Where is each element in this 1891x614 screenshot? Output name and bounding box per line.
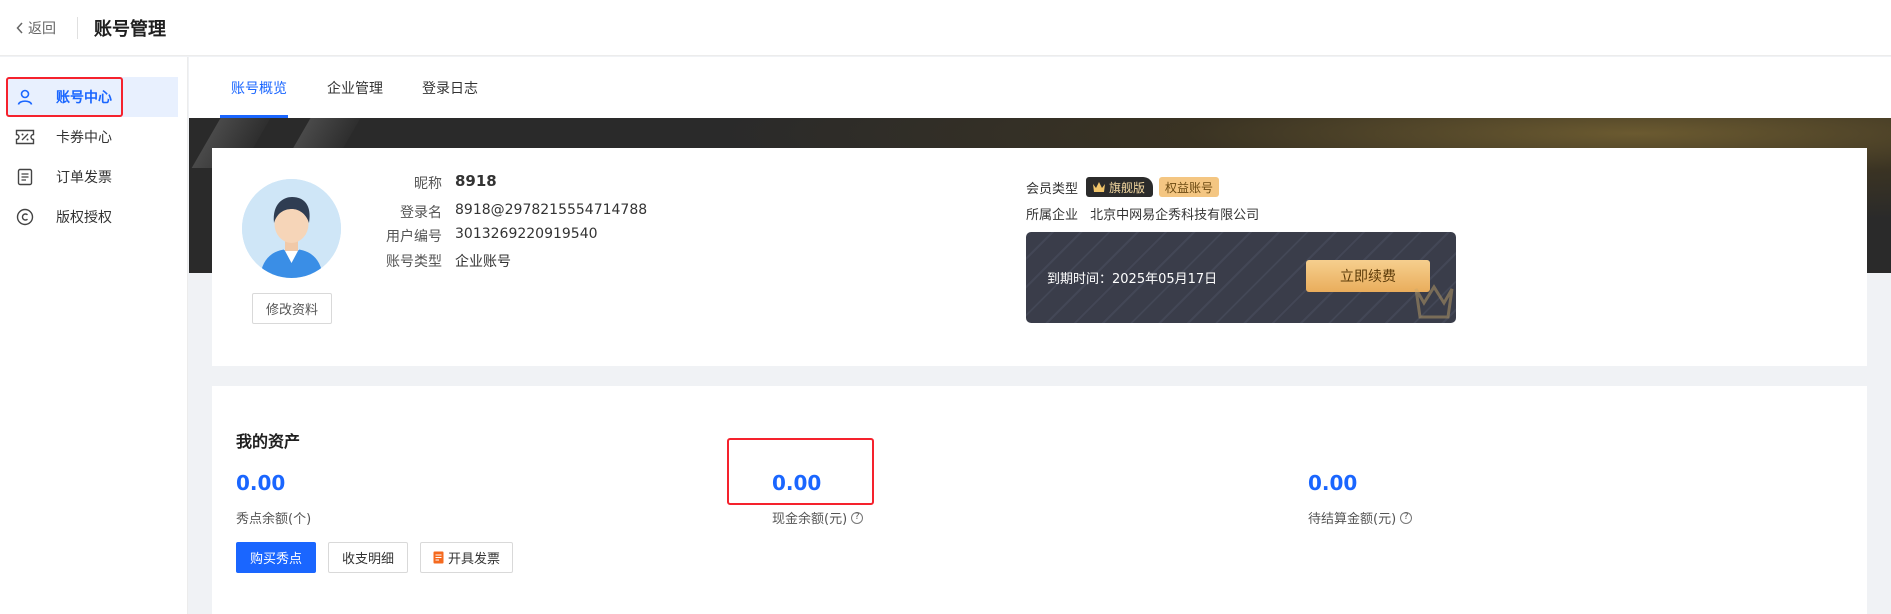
user-id-value: 3013269220919540: [455, 226, 598, 242]
invoice-icon: [433, 551, 444, 564]
sidebar-item-label: 版权授权: [56, 210, 112, 226]
tab-enterprise-management[interactable]: 企业管理: [327, 78, 383, 98]
company-row: 所属企业 北京中网易企秀科技有限公司: [1026, 204, 1259, 223]
xiudian-balance-amount: 0.00: [236, 471, 286, 495]
top-bar: 返回 账号管理: [0, 0, 1891, 56]
avatar: [242, 179, 341, 278]
pending-amount: 0.00: [1308, 471, 1358, 495]
copyright-icon: [14, 206, 36, 228]
assets-title: 我的资产: [236, 432, 301, 451]
nickname-value: 8918: [455, 172, 497, 190]
edit-profile-button[interactable]: 修改资料: [252, 293, 332, 324]
page-title: 账号管理: [94, 19, 166, 40]
member-type-label: 会员类型: [1026, 181, 1079, 197]
main-content: 账号概览 企业管理 登录日志 修改资料 昵称 8918 登录名 8918@297…: [189, 57, 1891, 614]
user-icon: [14, 86, 36, 108]
transaction-detail-button[interactable]: 收支明细: [328, 542, 408, 573]
membership-row: 会员类型 旗舰版 权益账号: [1026, 177, 1220, 197]
account-type-value: 企业账号: [455, 254, 511, 270]
sidebar-item-account-center[interactable]: 账号中心: [8, 77, 178, 117]
coupon-icon: [14, 126, 36, 148]
vip-logo-icon: [1414, 284, 1454, 319]
buy-xiudian-button[interactable]: 购买秀点: [236, 542, 316, 573]
pending-amount-label: 待结算金额(元)?: [1308, 508, 1413, 527]
back-label: 返回: [28, 21, 56, 37]
document-icon: [14, 166, 36, 188]
divider: [77, 17, 78, 39]
expire-date: 2025年05月17日: [1112, 272, 1218, 287]
company-label: 所属企业: [1026, 208, 1079, 223]
account-info-card: 修改资料 昵称 8918 登录名 8918@2978215554714788 用…: [212, 148, 1867, 366]
login-name-value: 8918@2978215554714788: [455, 202, 648, 218]
assets-card: 我的资产 0.00 秀点余额(个) 0.00 现金余额(元)? 0.00 待结算…: [212, 386, 1867, 614]
help-icon[interactable]: ?: [1400, 511, 1413, 524]
expire-text: 到期时间：2025年05月17日: [1047, 272, 1218, 287]
issue-invoice-button[interactable]: 开具发票: [420, 542, 513, 573]
flagship-badge: 旗舰版: [1086, 177, 1154, 197]
tab-account-overview[interactable]: 账号概览: [231, 78, 287, 98]
tab-bar: 账号概览 企业管理 登录日志: [189, 57, 1891, 118]
xiudian-balance-label: 秀点余额(个): [236, 512, 312, 527]
crown-icon: [1093, 182, 1106, 192]
equity-badge: 权益账号: [1159, 177, 1220, 197]
chevron-left-icon: [16, 22, 23, 34]
tab-login-log[interactable]: 登录日志: [422, 78, 478, 98]
company-value: 北京中网易企秀科技有限公司: [1090, 208, 1260, 223]
sidebar-item-label: 卡券中心: [56, 130, 112, 146]
sidebar-item-label: 账号中心: [56, 90, 112, 106]
sidebar-item-copyright[interactable]: 版权授权: [8, 197, 178, 237]
expire-panel: 到期时间：2025年05月17日 立即续费: [1026, 232, 1456, 323]
back-button[interactable]: 返回: [16, 18, 56, 38]
sidebar-item-label: 订单发票: [56, 170, 112, 186]
sidebar-item-order-invoice[interactable]: 订单发票: [8, 157, 178, 197]
cash-balance-amount: 0.00: [772, 471, 822, 495]
help-icon[interactable]: ?: [851, 511, 864, 524]
sidebar: 账号中心 卡券中心 订单发票 版权授权: [0, 57, 188, 614]
sidebar-item-coupon-center[interactable]: 卡券中心: [8, 117, 178, 157]
cash-balance-label: 现金余额(元)?: [772, 508, 864, 527]
